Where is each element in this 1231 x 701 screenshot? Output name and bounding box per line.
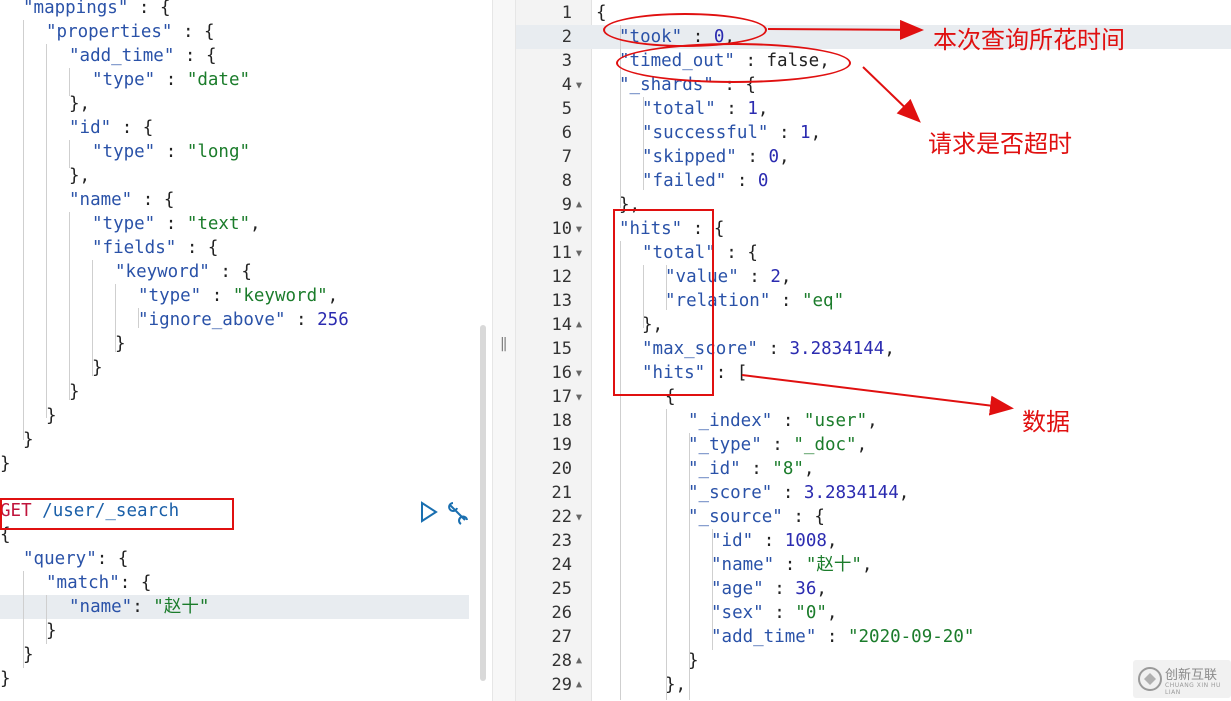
brand-logo-icon bbox=[1138, 667, 1162, 691]
took-arrow bbox=[767, 19, 924, 40]
watermark-logo: 创新互联 CHUANG XIN HU LIAN bbox=[1133, 660, 1231, 698]
hits-arrow bbox=[741, 374, 1014, 416]
timed-out-annotation-label: 请求是否超时 bbox=[928, 130, 1072, 158]
watermark-brand: 创新互联 bbox=[1165, 668, 1218, 683]
annotation-arrows bbox=[741, 19, 1014, 416]
watermark-sub: CHUANG XIN HU LIAN bbox=[1165, 682, 1221, 696]
timed-out-arrow bbox=[862, 66, 921, 123]
took-annotation-label: 本次查询所花时间 bbox=[933, 26, 1125, 54]
hits-annotation-label: 数据 bbox=[1022, 408, 1070, 436]
